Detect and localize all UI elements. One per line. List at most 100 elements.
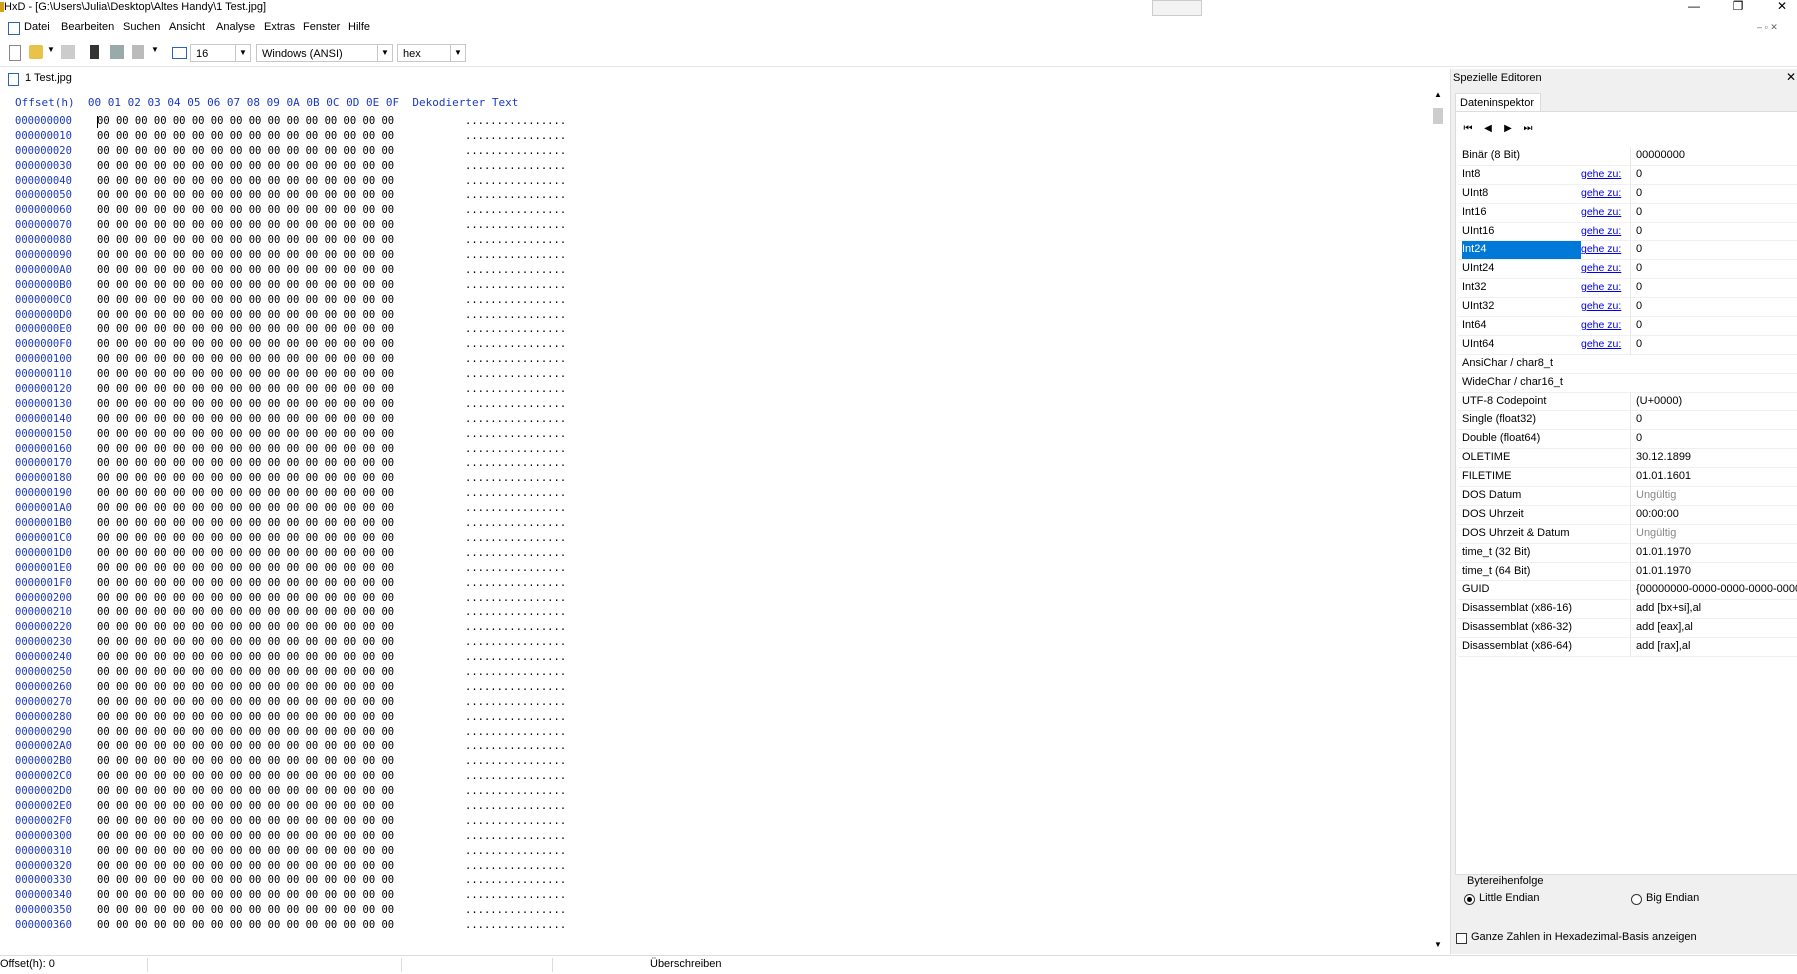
row-decoded-text[interactable]: ................ — [465, 323, 566, 335]
inspector-row[interactable]: UInt16 gehe zu: 0 — [1458, 222, 1797, 242]
row-decoded-text[interactable]: ................ — [465, 219, 566, 231]
menu-fenster[interactable]: Fenster — [303, 21, 340, 33]
row-bytes[interactable]: 00 00 00 00 00 00 00 00 00 00 00 00 00 0… — [97, 517, 394, 529]
goto-link[interactable]: gehe zu: — [1581, 185, 1627, 203]
row-decoded-text[interactable]: ................ — [465, 919, 566, 931]
goto-link[interactable]: gehe zu: — [1581, 166, 1627, 184]
inspector-row-value[interactable]: add [eax],al — [1630, 619, 1797, 638]
properties-icon[interactable] — [110, 45, 124, 59]
base-select[interactable]: hex ▼ — [397, 44, 466, 62]
row-bytes[interactable]: 00 00 00 00 00 00 00 00 00 00 00 00 00 0… — [97, 830, 394, 842]
row-decoded-text[interactable]: ................ — [465, 681, 566, 693]
inspector-row-value[interactable]: 0 — [1630, 279, 1797, 298]
big-endian-label[interactable]: Big Endian — [1646, 892, 1699, 904]
row-bytes[interactable]: 00 00 00 00 00 00 00 00 00 00 00 00 00 0… — [97, 562, 394, 574]
inspector-row[interactable]: Int16 gehe zu: 0 — [1458, 203, 1797, 223]
little-endian-radio[interactable] — [1464, 894, 1475, 905]
charset-select[interactable]: Windows (ANSI) ▼ — [256, 44, 393, 62]
inspector-row-value[interactable]: 0 — [1630, 203, 1797, 222]
inspector-row[interactable]: Int32 gehe zu: 0 — [1458, 279, 1797, 299]
inspector-row[interactable]: Disassemblat (x86-64) add [rax],al — [1458, 638, 1797, 658]
row-decoded-text[interactable]: ................ — [465, 711, 566, 723]
row-bytes[interactable]: 00 00 00 00 00 00 00 00 00 00 00 00 00 0… — [97, 636, 394, 648]
row-decoded-text[interactable]: ................ — [465, 800, 566, 812]
row-bytes[interactable]: 00 00 00 00 00 00 00 00 00 00 00 00 00 0… — [97, 189, 394, 201]
inspector-row-value[interactable]: (U+0000) — [1630, 392, 1797, 411]
menu-datei[interactable]: Datei — [24, 21, 50, 33]
row-decoded-text[interactable]: ................ — [465, 264, 566, 276]
scroll-up-icon[interactable]: ▲ — [1434, 90, 1442, 99]
row-bytes[interactable]: 00 00 00 00 00 00 00 00 00 00 00 00 00 0… — [97, 815, 394, 827]
row-decoded-text[interactable]: ................ — [465, 368, 566, 380]
row-bytes[interactable]: 00 00 00 00 00 00 00 00 00 00 00 00 00 0… — [97, 264, 394, 276]
inspector-row-value[interactable]: 0 — [1630, 317, 1797, 335]
row-decoded-text[interactable]: ................ — [465, 651, 566, 663]
row-decoded-text[interactable]: ................ — [465, 845, 566, 857]
inspector-grid[interactable]: Binär (8 Bit) 00000000 Int8 gehe zu: 0 UInt8 g… — [1458, 147, 1797, 658]
row-bytes[interactable]: 00 00 00 00 00 00 00 00 00 00 00 00 00 0… — [97, 726, 394, 738]
row-decoded-text[interactable]: ................ — [465, 398, 566, 410]
maximize-button[interactable]: ❐ — [1726, 0, 1750, 14]
save-icon[interactable] — [61, 45, 75, 59]
export-dropdown-icon[interactable]: ▼ — [151, 45, 165, 59]
row-decoded-text[interactable]: ................ — [465, 577, 566, 589]
row-bytes[interactable]: 00 00 00 00 00 00 00 00 00 00 00 00 00 0… — [97, 889, 394, 901]
inspector-row[interactable]: Double (float64) 0 — [1458, 430, 1797, 450]
row-decoded-text[interactable]: ................ — [465, 115, 566, 127]
row-bytes[interactable]: 00 00 00 00 00 00 00 00 00 00 00 00 00 0… — [97, 175, 394, 187]
row-decoded-text[interactable]: ................ — [465, 770, 566, 782]
row-bytes[interactable]: 00 00 00 00 00 00 00 00 00 00 00 00 00 0… — [97, 249, 394, 261]
row-decoded-text[interactable]: ................ — [465, 457, 566, 469]
menu-analyse[interactable]: Analyse — [216, 21, 255, 33]
inspector-row-value[interactable]: 01.01.1970 — [1630, 562, 1797, 581]
row-bytes[interactable]: 00 00 00 00 00 00 00 00 00 00 00 00 00 0… — [97, 740, 394, 752]
row-bytes[interactable]: 00 00 00 00 00 00 00 00 00 00 00 00 00 0… — [97, 428, 394, 440]
row-bytes[interactable]: 00 00 00 00 00 00 00 00 00 00 00 00 00 0… — [97, 294, 394, 306]
inspector-row-value[interactable]: 0 — [1630, 430, 1797, 449]
inspector-row-value[interactable]: 01.01.1601 — [1630, 468, 1797, 487]
row-decoded-text[interactable]: ................ — [465, 860, 566, 872]
row-bytes[interactable]: 00 00 00 00 00 00 00 00 00 00 00 00 00 0… — [97, 443, 394, 455]
inspector-row[interactable]: time_t (64 Bit) 01.01.1970 — [1458, 562, 1797, 582]
inspector-row-value[interactable]: 01.01.1970 — [1630, 543, 1797, 562]
row-decoded-text[interactable]: ................ — [465, 279, 566, 291]
row-bytes[interactable]: 00 00 00 00 00 00 00 00 00 00 00 00 00 0… — [97, 651, 394, 663]
hex-base-label[interactable]: Ganze Zahlen in Hexadezimal-Basis anzeig… — [1471, 931, 1697, 943]
inspector-row[interactable]: FILETIME 01.01.1601 — [1458, 468, 1797, 488]
tab-data-inspector[interactable]: Dateninspektor — [1455, 93, 1541, 112]
inspector-row[interactable]: UInt8 gehe zu: 0 — [1458, 184, 1797, 204]
row-decoded-text[interactable]: ................ — [465, 815, 566, 827]
row-bytes[interactable]: 00 00 00 00 00 00 00 00 00 00 00 00 00 0… — [97, 309, 394, 321]
inspector-row-value[interactable]: Ungültig — [1630, 487, 1797, 505]
row-decoded-text[interactable]: ................ — [465, 606, 566, 618]
row-bytes[interactable]: 00 00 00 00 00 00 00 00 00 00 00 00 00 0… — [97, 770, 394, 782]
row-bytes[interactable]: 00 00 00 00 00 00 00 00 00 00 00 00 00 0… — [97, 204, 394, 216]
row-bytes[interactable]: 00 00 00 00 00 00 00 00 00 00 00 00 00 0… — [97, 115, 394, 127]
goto-link[interactable]: gehe zu: — [1581, 279, 1627, 297]
inspector-row-value[interactable]: 00000000 — [1630, 147, 1797, 165]
row-decoded-text[interactable]: ................ — [465, 472, 566, 484]
inspector-row[interactable]: UTF-8 Codepoint (U+0000) — [1458, 392, 1797, 412]
row-decoded-text[interactable]: ................ — [465, 234, 566, 246]
row-bytes[interactable]: 00 00 00 00 00 00 00 00 00 00 00 00 00 0… — [97, 904, 394, 916]
row-bytes[interactable]: 00 00 00 00 00 00 00 00 00 00 00 00 00 0… — [97, 398, 394, 410]
row-bytes[interactable]: 00 00 00 00 00 00 00 00 00 00 00 00 00 0… — [97, 338, 394, 350]
row-bytes[interactable]: 00 00 00 00 00 00 00 00 00 00 00 00 00 0… — [97, 472, 394, 484]
inspector-row[interactable]: Single (float32) 0 — [1458, 411, 1797, 431]
inspector-row-value[interactable]: Ungültig — [1630, 524, 1797, 543]
menu-ansicht[interactable]: Ansicht — [169, 21, 205, 33]
row-bytes[interactable]: 00 00 00 00 00 00 00 00 00 00 00 00 00 0… — [97, 383, 394, 395]
row-decoded-text[interactable]: ................ — [465, 547, 566, 559]
row-decoded-text[interactable]: ................ — [465, 874, 566, 886]
last-icon[interactable]: ⏭ — [1520, 122, 1536, 136]
row-bytes[interactable]: 00 00 00 00 00 00 00 00 00 00 00 00 00 0… — [97, 755, 394, 767]
minimize-button[interactable]: — — [1682, 0, 1706, 14]
inspector-row[interactable]: WideChar / char16_t — [1458, 374, 1797, 393]
row-decoded-text[interactable]: ................ — [465, 249, 566, 261]
row-bytes[interactable]: 00 00 00 00 00 00 00 00 00 00 00 00 00 0… — [97, 696, 394, 708]
row-decoded-text[interactable]: ................ — [465, 592, 566, 604]
row-decoded-text[interactable]: ................ — [465, 145, 566, 157]
hex-base-checkbox[interactable] — [1456, 933, 1467, 944]
row-bytes[interactable]: 00 00 00 00 00 00 00 00 00 00 00 00 00 0… — [97, 279, 394, 291]
inspector-row[interactable]: UInt64 gehe zu: 0 — [1458, 335, 1797, 355]
